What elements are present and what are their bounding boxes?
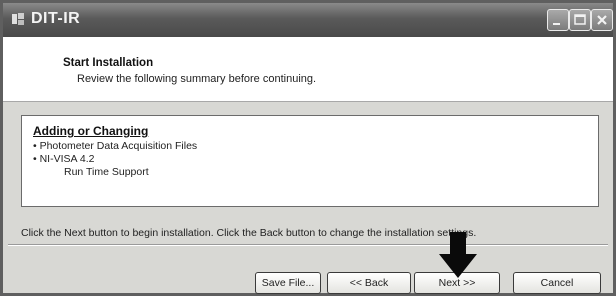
back-button[interactable]: << Back [327,272,411,294]
down-arrow-icon [439,232,477,278]
list-item: Run Time Support [64,166,149,178]
list-item: • NI-VISA 4.2 [33,153,95,165]
window-title: DIT-IR [31,10,81,27]
list-item: • Photometer Data Acquisition Files [33,140,198,152]
page-title: Start Installation [63,57,154,69]
title-bar[interactable]: DIT-IR [3,3,613,37]
maximize-button[interactable] [569,9,591,31]
header-panel: Start Installation Review the following … [3,37,613,102]
close-icon [597,15,607,25]
summary-box: Adding or Changing • Photometer Data Acq… [21,115,599,207]
summary-heading: Adding or Changing [33,124,149,138]
installer-window: DIT-IR Start Installation Review the fol… [0,0,616,296]
maximize-icon [574,14,586,25]
minimize-icon [553,23,560,25]
close-button[interactable] [591,9,613,31]
separator [8,244,608,246]
instruction-text: Click the Next button to begin installat… [21,227,477,239]
cancel-button[interactable]: Cancel [513,272,601,294]
save-file-button[interactable]: Save File... [255,272,321,294]
installer-icon [11,12,25,26]
page-subtitle: Review the following summary before cont… [77,73,317,85]
minimize-button[interactable] [547,9,569,31]
